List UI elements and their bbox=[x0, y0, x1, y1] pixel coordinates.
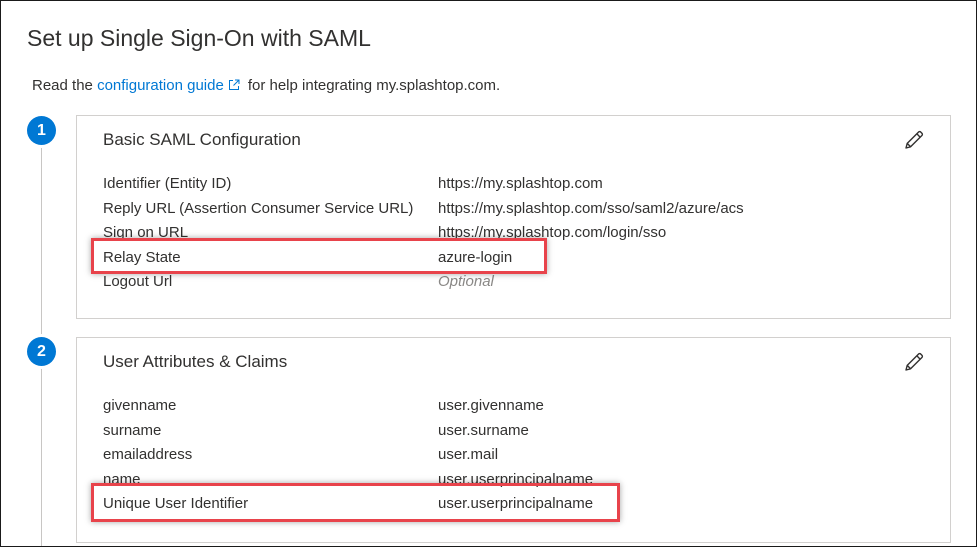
claim-value: user.userprincipalname bbox=[438, 470, 594, 488]
claim-value: user.mail bbox=[438, 446, 499, 463]
page-title: Set up Single Sign-On with SAML bbox=[27, 25, 371, 51]
claim-label: surname bbox=[103, 421, 162, 439]
step-badge-1: 1 bbox=[27, 116, 56, 145]
config-label: Relay State bbox=[103, 248, 181, 266]
claim-value: user.surname bbox=[438, 421, 529, 439]
config-label: Identifier (Entity ID) bbox=[103, 175, 232, 192]
claim-label: name bbox=[103, 470, 141, 488]
config-value: azure-login bbox=[438, 248, 513, 266]
config-label: Logout Url bbox=[103, 273, 173, 290]
pencil-icon bbox=[905, 130, 924, 149]
claim-value: user.givenname bbox=[438, 397, 544, 414]
card-title: Basic SAML Configuration bbox=[103, 130, 301, 149]
config-value: https://my.splashtop.com/login/sso bbox=[438, 224, 667, 241]
basic-saml-configuration-card: Basic SAML Configuration Identifier (Ent… bbox=[76, 115, 951, 319]
edit-user-attributes-button[interactable] bbox=[902, 350, 926, 374]
step-badge-2: 2 bbox=[27, 337, 56, 366]
external-link-icon[interactable] bbox=[228, 79, 240, 91]
intro-text: Read the configuration guide for help int… bbox=[32, 77, 500, 94]
config-label: Reply URL (Assertion Consumer Service UR… bbox=[103, 199, 414, 217]
saml-setup-panel: Set up Single Sign-On with SAML Read the… bbox=[0, 0, 977, 547]
claim-label: givenname bbox=[103, 397, 177, 414]
intro-prefix: Read the bbox=[32, 77, 93, 94]
card-title: User Attributes & Claims bbox=[103, 352, 288, 371]
config-value: https://my.splashtop.com bbox=[438, 175, 603, 192]
config-value: https://my.splashtop.com/sso/saml2/azure… bbox=[438, 199, 744, 217]
intro-suffix: for help integrating my.splashtop.com. bbox=[247, 77, 501, 94]
edit-basic-saml-button[interactable] bbox=[902, 128, 926, 152]
claim-value: user.userprincipalname bbox=[438, 495, 594, 512]
configuration-guide-link-label: configuration guide bbox=[97, 77, 224, 94]
pencil-icon bbox=[905, 352, 924, 371]
claim-label: Unique User Identifier bbox=[103, 495, 249, 512]
claim-label: emailaddress bbox=[103, 446, 193, 463]
config-value-placeholder: Optional bbox=[438, 273, 494, 290]
config-label: Sign on URL bbox=[103, 224, 189, 241]
configuration-guide-link[interactable]: configuration guide bbox=[97, 77, 224, 94]
user-attributes-claims-card: User Attributes & Claims givenname user.… bbox=[76, 337, 951, 543]
